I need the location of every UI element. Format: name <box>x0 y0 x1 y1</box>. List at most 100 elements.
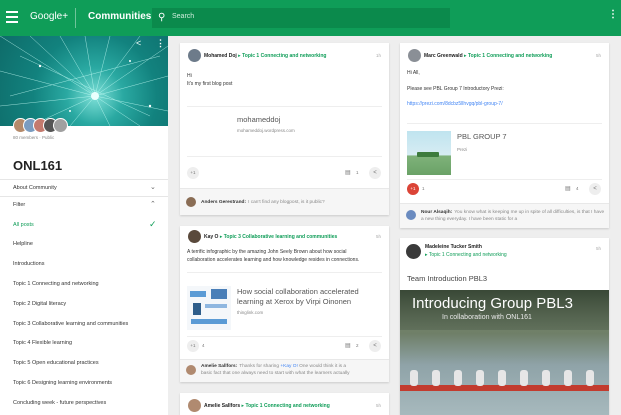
filter-item-topic-3[interactable]: Topic 3 Collaborative learning and commu… <box>13 321 128 327</box>
avatar[interactable] <box>408 49 421 62</box>
author-name[interactable]: Mohamed Doj <box>204 53 237 59</box>
avatar <box>53 118 68 133</box>
check-icon: ✓ <box>149 219 157 229</box>
divider <box>407 123 602 124</box>
plus-one-button[interactable]: +1 <box>187 340 199 352</box>
author-name[interactable]: Amelie Sallfors <box>204 403 240 409</box>
post-author[interactable]: Mohamed Doj ▸ Topic 1 Connecting and net… <box>204 53 326 59</box>
share-icon[interactable]: < <box>136 38 141 48</box>
plus-one-button[interactable]: +1 <box>187 167 199 179</box>
search-input[interactable]: ⚲ Search <box>152 8 450 28</box>
link-title[interactable]: mohameddoj <box>237 115 280 124</box>
post-topic[interactable]: Topic 1 Connecting and networking <box>242 53 326 59</box>
divider <box>187 156 382 157</box>
post-topic[interactable]: Topic 1 Connecting and networking <box>468 53 552 59</box>
post-text: Hi All, <box>407 70 420 76</box>
comment-text: Anders Gerestrand: I can't find any blogp… <box>201 199 325 206</box>
filter-row[interactable]: Filter ⌃ <box>0 196 168 214</box>
filter-item-topic-6[interactable]: Topic 6 Designing learning environments <box>13 380 112 386</box>
filter-item-concluding-week[interactable]: Concluding week - future perspectives <box>13 400 106 406</box>
filter-item-topic-2[interactable]: Topic 2 Digital literacy <box>13 301 66 307</box>
post-time: 1h <box>376 53 382 58</box>
comment-body: I can't find any blogpost, is it public? <box>248 200 325 205</box>
comment-text: Nour Alsaqih: You know what is keeping me… <box>421 209 605 225</box>
link-site: Prezi <box>457 147 468 152</box>
post-topic[interactable]: Topic 1 Connecting and networking <box>245 403 329 409</box>
chevron-up-icon: ⌃ <box>150 201 156 208</box>
divider <box>75 8 76 28</box>
author-name[interactable]: Kay O <box>204 234 218 240</box>
community-title: ONL161 <box>13 158 63 173</box>
comment-preview[interactable]: Nour Alsaqih: You know what is keeping me… <box>400 203 609 228</box>
avatar[interactable] <box>406 244 421 259</box>
post-time: 5h <box>376 403 382 408</box>
filter-item-all-posts[interactable]: All posts <box>13 222 34 228</box>
post-topic-line[interactable]: ▸ Topic 1 Connecting and networking <box>425 252 507 258</box>
link-thumbnail[interactable] <box>407 131 451 175</box>
more-icon[interactable]: ⋮ <box>608 9 618 20</box>
filter-item-topic-1[interactable]: Topic 1 Connecting and networking <box>13 281 99 287</box>
post-text: A terrific infographic by the amazing Jo… <box>187 249 347 255</box>
image-subtitle: In collaboration with ONL161 <box>442 314 532 321</box>
post-author[interactable]: Marc Greenwald ▸ Topic 1 Connecting and … <box>424 53 552 59</box>
avatar <box>406 210 416 220</box>
comment-icon[interactable]: ▤ <box>565 185 571 192</box>
comment-icon[interactable]: ▤ <box>345 342 351 349</box>
chevron-down-icon: ⌄ <box>150 184 156 191</box>
comment-preview[interactable]: Anders Gerestrand: I can't find any blogp… <box>180 188 389 215</box>
brand-logo[interactable]: Google+ <box>30 11 68 22</box>
author-name[interactable]: Marc Greenwald <box>424 53 463 59</box>
avatar[interactable] <box>188 49 201 62</box>
comment-preview[interactable]: Amelie Sallfors: Thanks for sharing +Kay … <box>180 359 389 382</box>
post-topic[interactable]: Topic 1 Connecting and networking <box>429 252 507 258</box>
comment-icon[interactable]: ▤ <box>345 169 351 176</box>
link-site: thinglink.com <box>237 310 264 315</box>
post-card: Madeleine Tucker Smith ▸ Topic 1 Connect… <box>400 238 609 415</box>
post-image[interactable]: Introducing Group PBL3 In collaboration … <box>400 290 609 415</box>
post-link[interactable]: https://prezi.com/8dcbz5llhvgq/pbl-group… <box>407 101 503 109</box>
share-icon[interactable]: < <box>369 340 381 352</box>
cover-image: < ⋮ <box>0 36 168 126</box>
share-icon[interactable]: < <box>369 167 381 179</box>
divider <box>187 336 382 337</box>
mention-link[interactable]: +Kay O! <box>280 364 297 369</box>
top-bar: Google+ Communities ⚲ Search ⋮ <box>0 0 621 36</box>
comment-count: 1 <box>356 170 359 175</box>
post-topic[interactable]: Topic 3 Collaborative learning and commu… <box>224 234 338 240</box>
link-title[interactable]: PBL GROUP 7 <box>457 132 507 141</box>
link-title[interactable]: How social collaboration accelerated <box>237 287 359 296</box>
divider <box>187 272 382 273</box>
filter-label: Filter <box>13 202 26 208</box>
post-time: 5h <box>596 53 602 58</box>
post-title: Team Introduction PBL3 <box>407 274 488 283</box>
more-icon[interactable]: ⋮ <box>156 38 165 49</box>
about-community-row[interactable]: About Community ⌄ <box>0 179 168 197</box>
link-thumbnail[interactable] <box>187 286 231 330</box>
post-author[interactable]: Madeleine Tucker Smith <box>425 244 482 250</box>
avatar[interactable] <box>188 230 201 243</box>
avatar[interactable] <box>188 399 201 412</box>
community-sidebar: < ⋮ 80 members · Public ONL161 About Com… <box>0 36 168 415</box>
plus-one-button[interactable]: +1 <box>407 183 419 195</box>
comment-text: Amelie Sallfors: Thanks for sharing +Kay … <box>201 363 385 377</box>
commenter-name: Nour Alsaqih: <box>421 210 453 215</box>
filter-item-topic-4[interactable]: Topic 4 Flexible learning <box>13 340 72 346</box>
link-title[interactable]: learning at Xerox by Virpi Oinonen <box>237 297 351 306</box>
filter-item-helpline[interactable]: Helpline <box>13 241 33 247</box>
link-site: mohameddoj.wordpress.com <box>237 128 295 133</box>
share-icon[interactable]: < <box>589 183 601 195</box>
plus-one-count: 4 <box>202 343 205 348</box>
filter-item-topic-5[interactable]: Topic 5 Open educational practices <box>13 360 99 366</box>
post-card: Marc Greenwald ▸ Topic 1 Connecting and … <box>400 43 609 228</box>
filter-item-introductions[interactable]: Introductions <box>13 261 45 267</box>
avatar <box>186 365 196 375</box>
commenter-name: Anders Gerestrand: <box>201 200 247 205</box>
commenter-name: Amelie Sallfors: <box>201 364 238 369</box>
post-author[interactable]: Kay O ▸ Topic 3 Collaborative learning a… <box>204 234 337 240</box>
member-avatars[interactable] <box>13 118 73 134</box>
menu-icon[interactable] <box>6 11 18 23</box>
section-title[interactable]: Communities <box>88 11 151 22</box>
comment-count: 4 <box>576 186 579 191</box>
post-author[interactable]: Amelie Sallfors ▸ Topic 1 Connecting and… <box>204 403 330 409</box>
search-placeholder: Search <box>172 13 195 20</box>
